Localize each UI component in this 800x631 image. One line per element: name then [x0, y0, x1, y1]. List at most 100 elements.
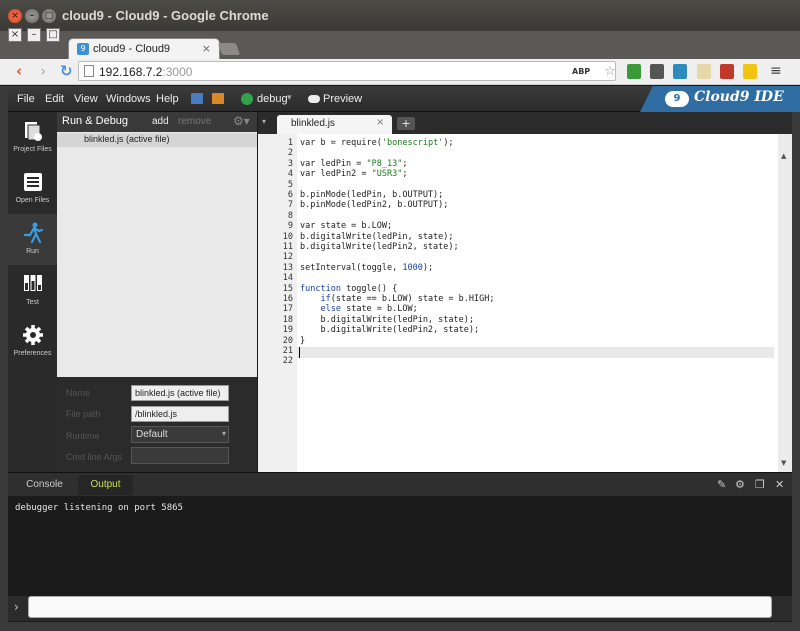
editor-scrollbar[interactable] [778, 134, 792, 472]
browser-tab-active[interactable]: 9 cloud9 - Cloud9 × [68, 38, 220, 60]
line-number: 10 [282, 231, 293, 242]
window-right-edge [792, 112, 800, 631]
browser-toolbar: ‹ › ↻ 192.168.7.2:3000 ABP ☆ ≡ [0, 59, 800, 85]
code-line[interactable]: var state = b.LOW; [300, 221, 392, 232]
extension-blue-icon[interactable] [673, 64, 687, 79]
code-token: ; [402, 158, 408, 169]
tab-restore-button[interactable]: □ [46, 28, 60, 42]
line-number: 1 [287, 138, 293, 148]
menu-windows[interactable]: Windows [106, 93, 151, 105]
code-line[interactable]: b.digitalWrite(ledPin, state); [300, 232, 454, 243]
code-line[interactable]: } [300, 336, 305, 347]
rail-open-files[interactable]: Open Files [8, 163, 57, 214]
scroll-up-icon[interactable]: ▲ [781, 152, 786, 160]
address-bar[interactable]: 192.168.7.2:3000 [78, 61, 616, 81]
rail-test[interactable]: Test [8, 265, 57, 316]
open-files-icon [24, 173, 42, 191]
tab-close-all-button[interactable]: × [8, 28, 22, 42]
runtime-select[interactable]: Default ▾ [131, 426, 229, 443]
line-number: 15 [282, 283, 293, 294]
menu-edit[interactable]: Edit [45, 93, 64, 105]
chrome-menu-icon[interactable]: ≡ [770, 63, 782, 79]
code-token: var ledPin = [300, 158, 367, 169]
extension-qr-icon[interactable] [650, 64, 664, 79]
debug-dropdown-icon[interactable]: ▾ [287, 93, 292, 103]
menu-file[interactable]: File [17, 93, 35, 105]
line-number: 18 [282, 314, 293, 325]
window-maximize-button[interactable]: □ [42, 9, 56, 23]
line-number: 6 [287, 190, 293, 200]
code-line[interactable]: b.pinMode(ledPin2, b.OUTPUT); [300, 200, 448, 211]
code-line[interactable]: b.digitalWrite(ledPin, state); [300, 315, 474, 326]
code-token: b.pinMode(ledPin, b.OUTPUT); [300, 190, 444, 200]
new-file-tab-button[interactable]: + [397, 117, 415, 130]
cloud9-logo-icon: 9 [665, 91, 689, 107]
code-line[interactable]: b.pinMode(ledPin, b.OUTPUT); [300, 190, 443, 201]
code-token: ; [402, 169, 408, 180]
console-input[interactable] [28, 596, 772, 618]
line-number: 22 [282, 356, 293, 367]
preview-button[interactable]: Preview [323, 93, 362, 105]
adblock-icon[interactable]: ABP [572, 64, 590, 79]
filepath-field[interactable]: /blinkled.js [131, 406, 229, 422]
code-line[interactable]: var ledPin = "P8_13"; [300, 159, 407, 170]
panel-settings-icon[interactable]: ⚙▾ [233, 114, 250, 128]
reload-button[interactable]: ↻ [60, 63, 73, 79]
editor-tab-close-icon[interactable]: × [376, 117, 384, 128]
line-number: 20 [282, 335, 293, 346]
url-port: :3000 [162, 65, 193, 79]
bookmark-star-icon[interactable]: ☆ [603, 64, 617, 79]
side-rail: Project Files Open Files Run Test Prefer… [8, 112, 57, 472]
tab-output[interactable]: Output [78, 475, 133, 495]
code-line[interactable]: b.digitalWrite(ledPin2, state); [300, 242, 459, 253]
code-token: b.digitalWrite(ledPin2, state); [300, 242, 459, 252]
debug-button[interactable]: debug [257, 93, 288, 105]
code-line[interactable]: if(state == b.LOW) state = b.HIGH; [300, 294, 494, 305]
args-field[interactable] [131, 447, 229, 464]
preview-eye-icon[interactable] [308, 95, 320, 103]
add-config-button[interactable]: add [152, 116, 169, 127]
extension-green-icon[interactable] [627, 64, 641, 79]
line-number: 2 [287, 148, 293, 159]
code-token: 1000 [402, 262, 423, 273]
menu-help[interactable]: Help [156, 93, 179, 105]
extension-book-icon[interactable] [720, 64, 734, 79]
close-panel-icon[interactable]: ✕ [775, 478, 784, 491]
clear-icon[interactable]: ✎ [717, 478, 726, 491]
rail-run[interactable]: Run [8, 214, 57, 265]
rail-project-files[interactable]: Project Files [8, 112, 57, 163]
tab-minimize-button[interactable]: – [27, 28, 41, 42]
menu-view[interactable]: View [74, 93, 98, 105]
back-button[interactable]: ‹ [16, 63, 22, 79]
code-token: var ledPin2 = [300, 169, 372, 180]
gear-icon [23, 325, 43, 345]
popout-icon[interactable]: ❐ [755, 478, 765, 491]
extension-translate-icon[interactable] [697, 64, 711, 79]
scroll-down-icon[interactable]: ▼ [781, 459, 786, 467]
code-line[interactable]: var ledPin2 = "USR3"; [300, 169, 408, 180]
tab-console[interactable]: Console [17, 475, 72, 495]
new-tab-button[interactable] [217, 43, 241, 55]
code-line[interactable]: else state = b.LOW; [300, 304, 417, 315]
code-line[interactable]: setInterval(toggle, 1000); [300, 263, 433, 274]
forward-button[interactable]: › [40, 63, 46, 79]
tab-list-dropdown-icon[interactable]: ▾ [262, 117, 266, 126]
open-folder-icon[interactable] [212, 93, 224, 104]
line-number: 9 [287, 221, 293, 232]
rail-preferences[interactable]: Preferences [8, 316, 57, 367]
browser-tab-close-icon[interactable]: × [202, 42, 211, 55]
code-line[interactable]: var b = require('bonescript'); [300, 138, 454, 149]
remove-config-button[interactable]: remove [178, 116, 211, 127]
window-minimize-button[interactable]: – [25, 9, 39, 23]
code-line[interactable]: b.digitalWrite(ledPin2, state); [300, 325, 479, 336]
extension-login-icon[interactable] [743, 64, 757, 79]
name-field[interactable]: blinkled.js (active file) [131, 385, 229, 401]
code-token: b.digitalWrite(ledPin, state); [300, 314, 474, 325]
console-settings-icon[interactable]: ⚙ [735, 478, 745, 491]
code-line[interactable]: function toggle() { [300, 284, 397, 295]
save-icon[interactable] [191, 93, 203, 104]
window-close-button[interactable]: × [8, 9, 22, 23]
debug-run-icon[interactable] [241, 93, 253, 105]
page-icon [84, 65, 94, 77]
url-text[interactable]: 192.168.7.2:3000 [99, 65, 192, 79]
